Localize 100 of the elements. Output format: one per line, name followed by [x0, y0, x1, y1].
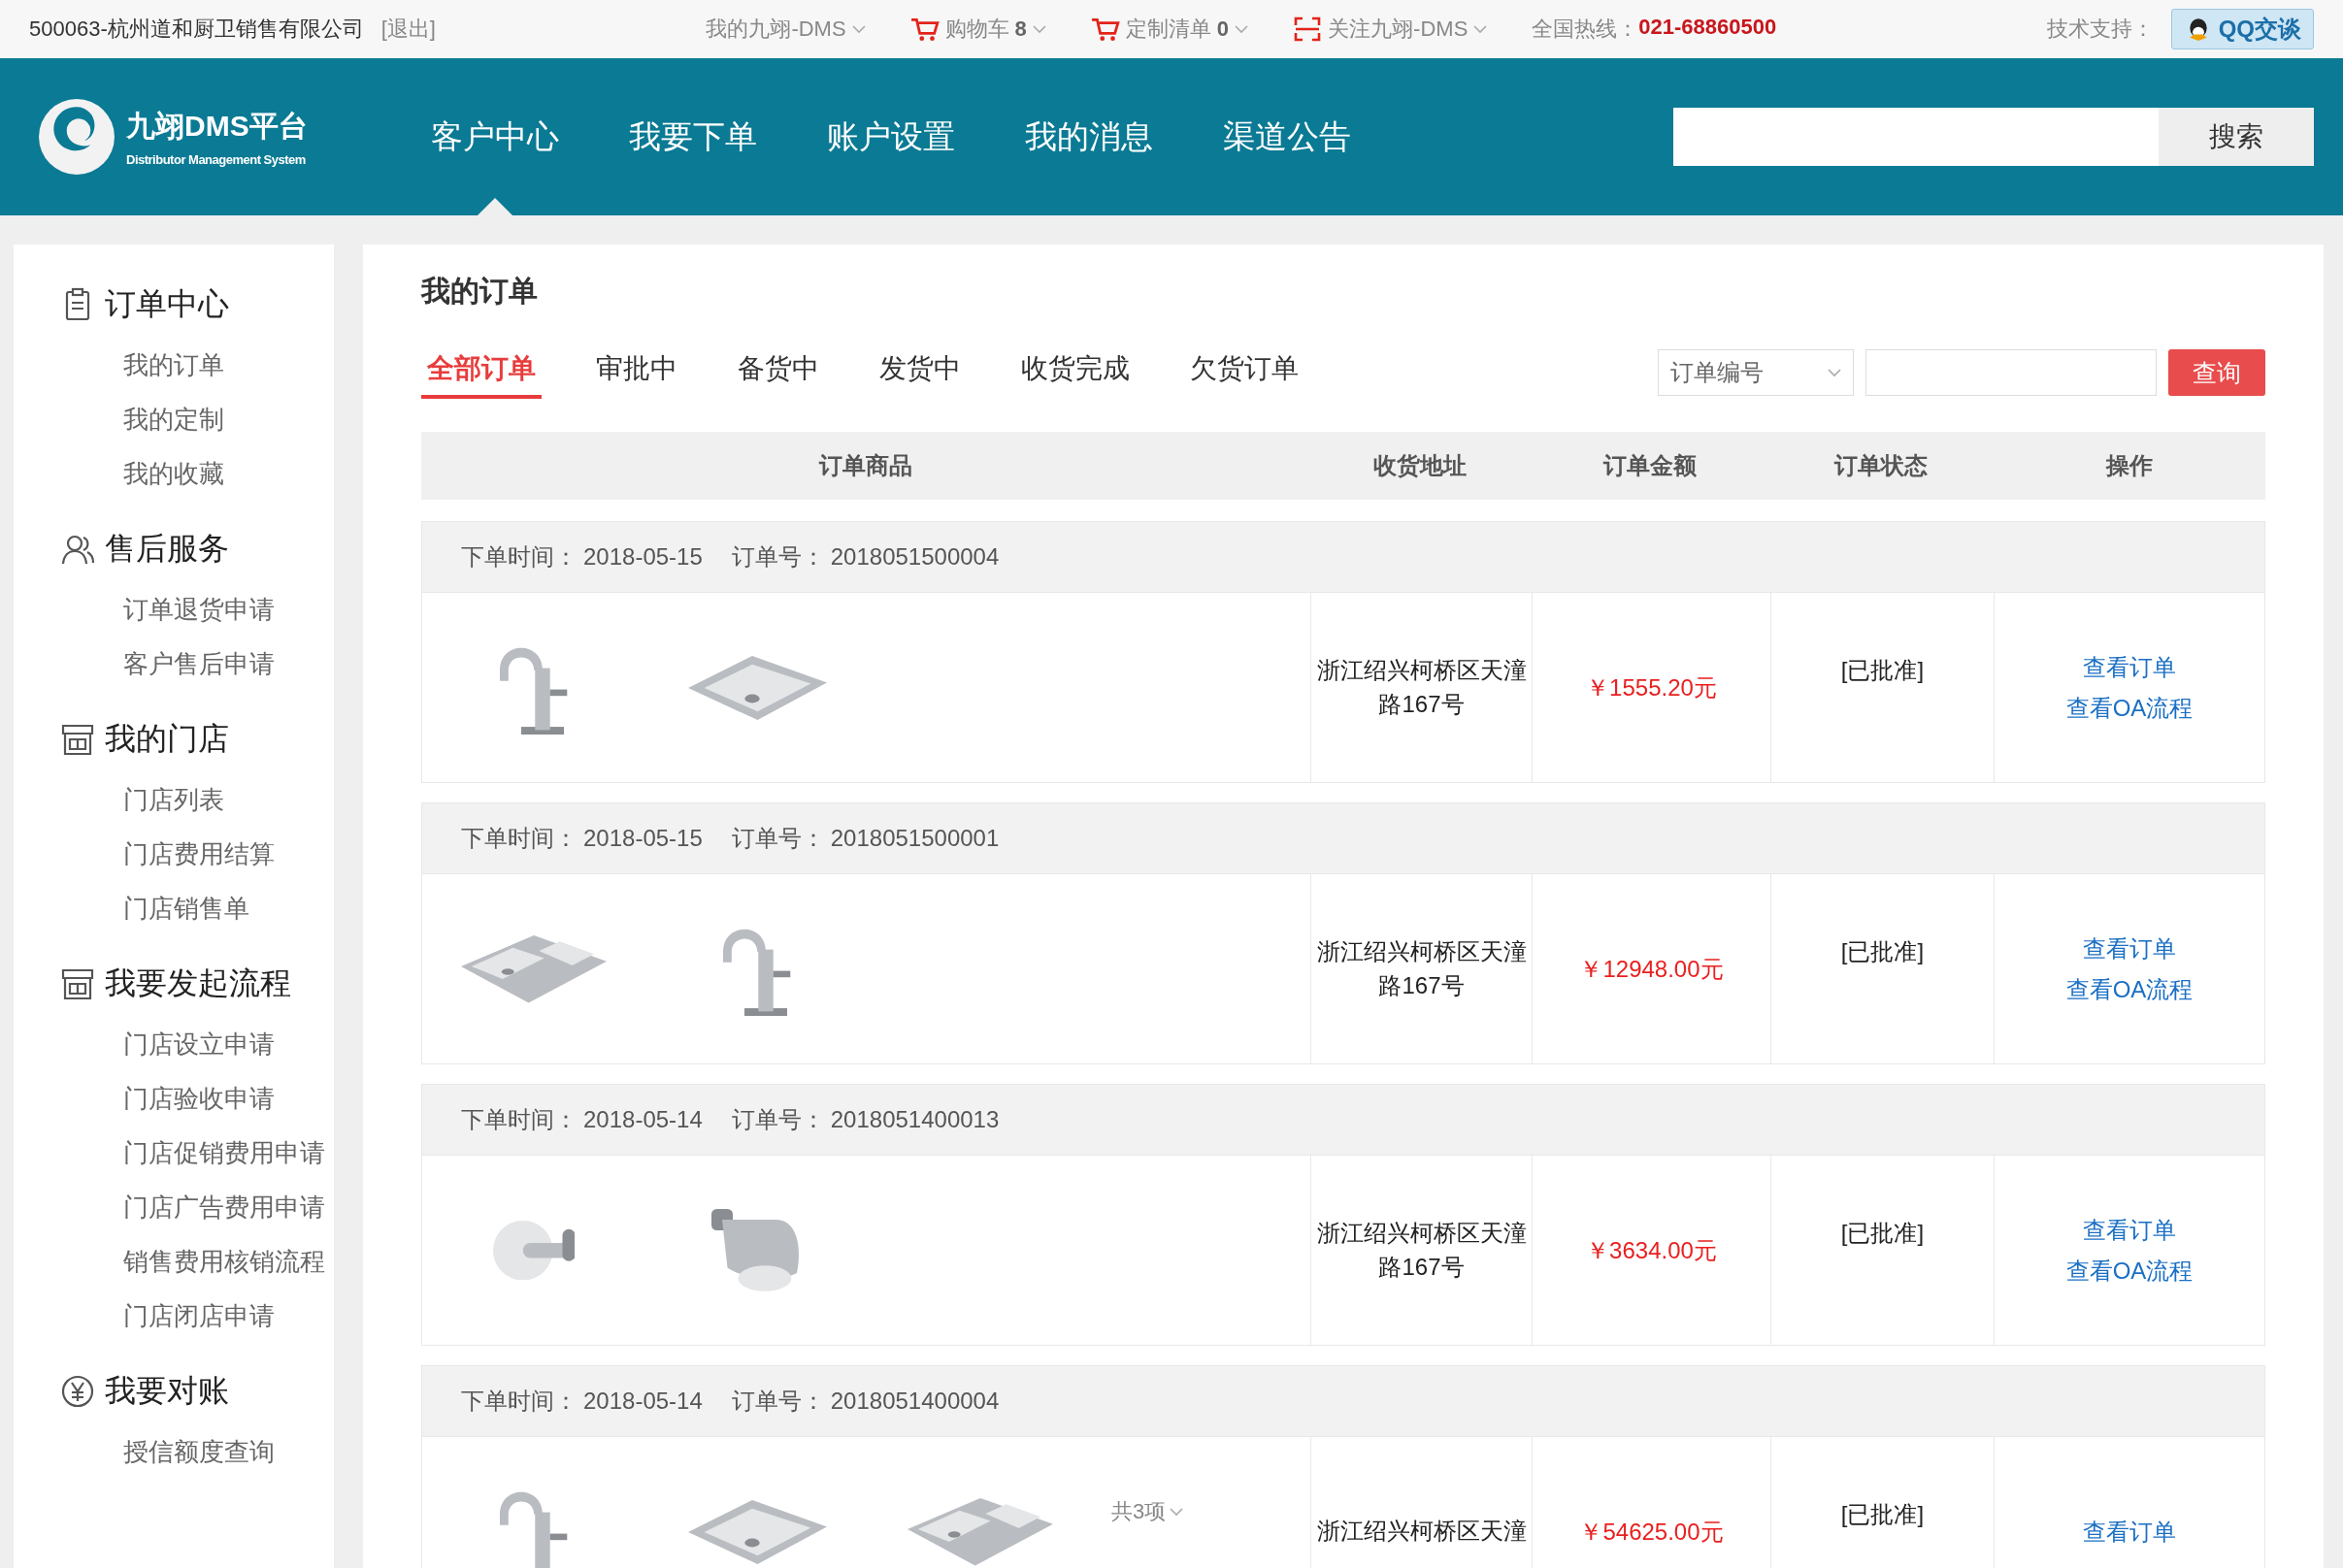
order-time: 2018-05-14 — [583, 1106, 703, 1133]
shipping-address: 浙江绍兴柯桥区天潼路167号 — [1315, 655, 1528, 719]
column-header: 订单金额 — [1601, 451, 1698, 480]
order-number: 2018051400004 — [830, 1388, 1000, 1415]
order-tab[interactable]: 全部订单 — [421, 346, 542, 399]
shipping-address: 浙江绍兴柯桥区天潼路167号 — [1315, 936, 1528, 1000]
sidebar-heading: 售后服务 — [105, 530, 229, 568]
order-status: [已批准] — [1840, 1219, 1925, 1248]
company-name: 500063-杭州道和厨卫销售有限公司 — [29, 16, 364, 43]
action-link[interactable]: 查看订单 — [2083, 651, 2176, 683]
order-tab[interactable]: 收货完成 — [1015, 346, 1136, 399]
action-link[interactable]: 查看OA流程 — [2065, 1255, 2194, 1287]
sidebar-heading: 我的门店 — [105, 720, 229, 758]
sidebar-link[interactable]: 我的定制 — [14, 392, 334, 446]
top-menu[interactable]: 定制清单 0 — [1090, 15, 1249, 44]
caret-icon — [851, 24, 866, 34]
query-button[interactable]: 查询 — [2168, 349, 2265, 396]
order-tab[interactable]: 备货中 — [732, 346, 825, 399]
support-label: 技术支持： — [2046, 16, 2154, 43]
order-amount: ￥3634.00元 — [1586, 1235, 1717, 1265]
sidebar-link[interactable]: 我的订单 — [14, 338, 334, 392]
order-number-label: 订单号： — [731, 824, 825, 853]
top-menu[interactable]: 购物车 8 — [909, 15, 1046, 44]
sidebar-link[interactable]: 客户售后申请 — [14, 637, 334, 691]
logout-link[interactable]: [退出] — [380, 15, 436, 44]
sidebar-link[interactable]: 门店列表 — [14, 772, 334, 827]
page-title: 我的订单 — [421, 274, 539, 309]
scan-icon — [1293, 16, 1323, 42]
filter-dropdown[interactable]: 订单编号 — [1658, 349, 1854, 396]
caret-icon — [1828, 368, 1841, 377]
nav-tab[interactable]: 账户设置 — [792, 58, 990, 215]
cart-icon — [1090, 16, 1120, 42]
order-tab[interactable]: 发货中 — [874, 346, 967, 399]
order-number-label: 订单号： — [731, 542, 825, 572]
sidebar-link[interactable]: 门店促销费用申请 — [14, 1126, 334, 1180]
sidebar-link[interactable]: 门店闭店申请 — [14, 1289, 334, 1343]
yen-icon — [60, 1374, 95, 1409]
order-time: 2018-05-15 — [583, 543, 703, 571]
action-link[interactable]: 查看订单 — [2083, 1516, 2176, 1548]
qq-chat-button[interactable]: QQ交谈 — [2170, 9, 2314, 49]
order-status: [已批准] — [1840, 656, 1925, 685]
order-time: 2018-05-14 — [583, 1388, 703, 1415]
order-time-label: 下单时间： — [461, 542, 578, 572]
order-number: 2018051500001 — [830, 825, 1000, 852]
order-tab[interactable]: 审批中 — [590, 346, 683, 399]
sidebar-link[interactable]: 门店销售单 — [14, 881, 334, 935]
caret-icon — [1170, 1507, 1184, 1517]
order-number-label: 订单号： — [731, 1387, 825, 1416]
store-icon — [60, 722, 95, 757]
caret-icon — [1235, 24, 1249, 34]
nav-tab[interactable]: 我的消息 — [990, 58, 1188, 215]
sidebar-link[interactable]: 销售费用核销流程 — [14, 1234, 334, 1289]
sidebar-link[interactable]: 订单退货申请 — [14, 582, 334, 637]
column-header: 收货地址 — [1372, 451, 1468, 480]
search-button[interactable]: 搜索 — [2159, 108, 2314, 166]
action-link[interactable]: 查看OA流程 — [2065, 973, 2194, 1005]
sidebar-link[interactable]: 我的收藏 — [14, 446, 334, 501]
sidebar-heading: 我要发起流程 — [105, 964, 291, 1002]
order-time-label: 下单时间： — [461, 1387, 578, 1416]
caret-icon — [1032, 24, 1046, 34]
hotline-number: 021-68860500 — [1638, 15, 1777, 41]
sidebar-link[interactable]: 门店费用结算 — [14, 827, 334, 881]
order-amount: ￥1555.20元 — [1586, 672, 1717, 702]
logo-subtitle: Distributor Management System — [126, 152, 307, 167]
more-items-toggle[interactable]: 共3项 — [1111, 1497, 1184, 1526]
order-time: 2018-05-15 — [583, 825, 703, 852]
column-header: 操作 — [2104, 451, 2154, 480]
order-time-label: 下单时间： — [461, 824, 578, 853]
top-menu[interactable]: 关注九翊-DMS — [1293, 15, 1488, 44]
logo-icon — [37, 97, 116, 177]
order-status: [已批准] — [1840, 1500, 1925, 1529]
store-icon — [60, 966, 95, 1001]
sidebar-link[interactable]: 门店广告费用申请 — [14, 1180, 334, 1234]
order-number: 2018051400013 — [830, 1106, 1000, 1133]
shipping-address: 浙江绍兴柯桥区天潼 — [1315, 1517, 1528, 1547]
sidebar-heading: 我要对账 — [105, 1372, 229, 1410]
search-field[interactable] — [1673, 108, 2159, 166]
order-number-label: 订单号： — [731, 1105, 825, 1134]
action-link[interactable]: 查看订单 — [2083, 932, 2176, 964]
sidebar-link[interactable]: 授信额度查询 — [14, 1424, 334, 1479]
order-time-label: 下单时间： — [461, 1105, 578, 1134]
nav-tab[interactable]: 渠道公告 — [1188, 58, 1386, 215]
sidebar-heading: 订单中心 — [105, 285, 229, 323]
order-tab[interactable]: 欠货订单 — [1184, 346, 1304, 399]
top-menu[interactable]: 我的九翊-DMS — [706, 15, 866, 44]
column-header: 订单商品 — [817, 451, 913, 480]
order-amount: ￥54625.00元 — [1579, 1517, 1724, 1547]
action-link[interactable]: 查看OA流程 — [2065, 692, 2194, 724]
shipping-address: 浙江绍兴柯桥区天潼路167号 — [1315, 1218, 1528, 1282]
order-amount: ￥12948.00元 — [1579, 954, 1724, 984]
order-number: 2018051500004 — [830, 543, 1000, 571]
sidebar-link[interactable]: 门店设立申请 — [14, 1017, 334, 1071]
nav-tab[interactable]: 我要下单 — [594, 58, 792, 215]
nav-tab[interactable]: 客户中心 — [396, 58, 594, 215]
logo-title: 九翊DMS平台 — [126, 109, 308, 144]
sidebar-link[interactable]: 门店验收申请 — [14, 1071, 334, 1126]
query-field[interactable] — [1865, 349, 2157, 396]
column-header: 订单状态 — [1832, 451, 1929, 480]
order-status: [已批准] — [1840, 937, 1925, 966]
action-link[interactable]: 查看订单 — [2083, 1214, 2176, 1246]
